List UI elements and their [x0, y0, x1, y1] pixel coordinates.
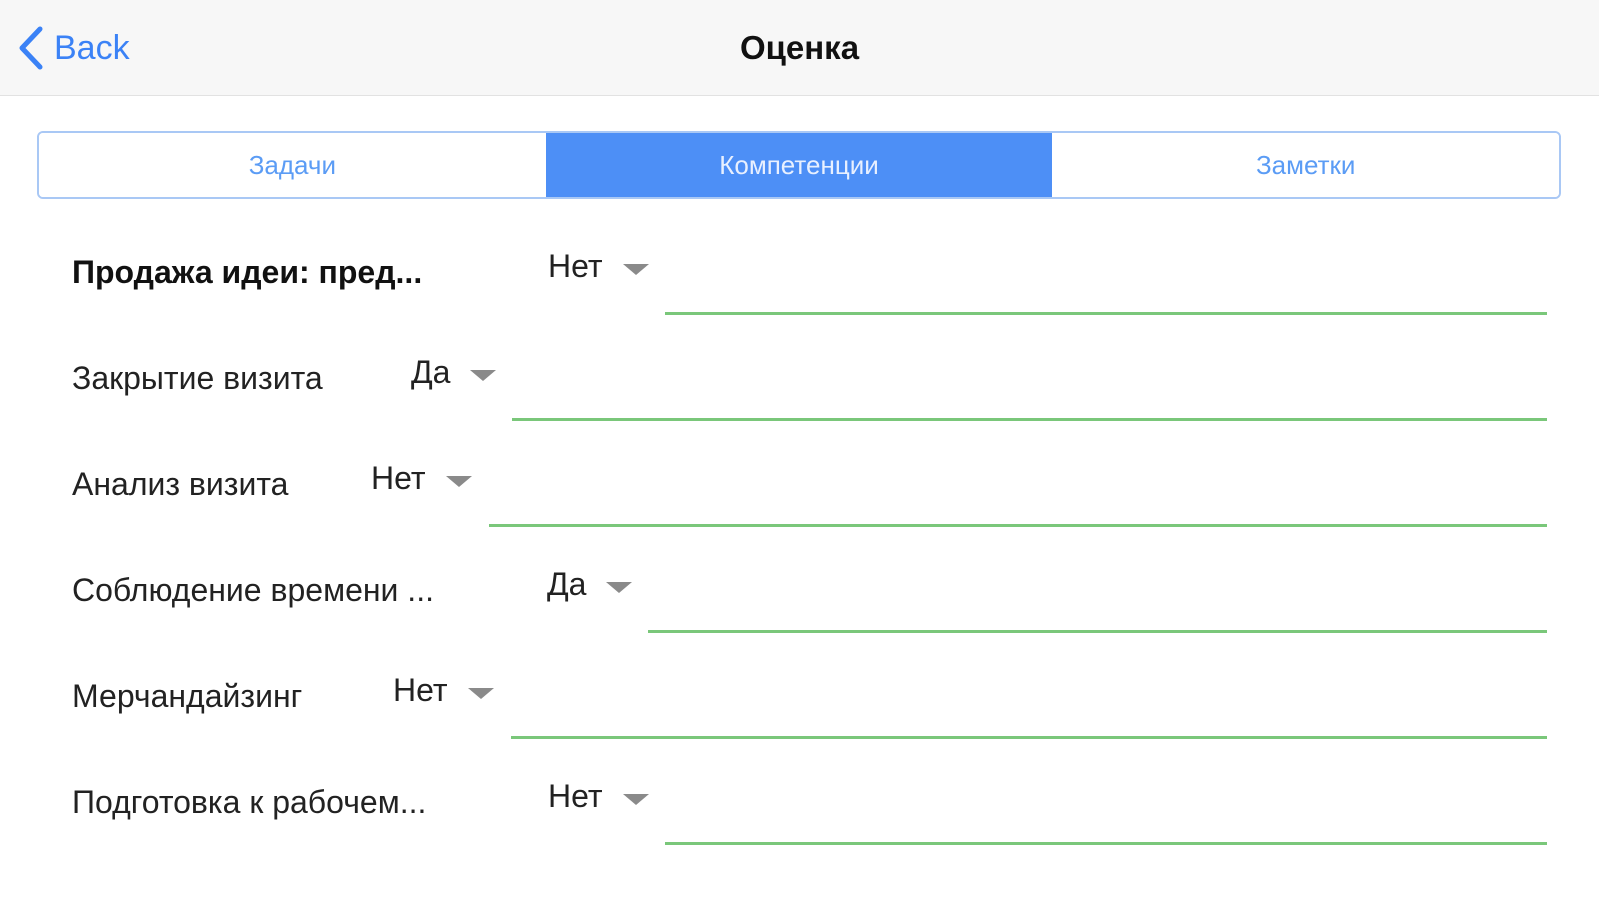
caret-down-icon [622, 264, 649, 275]
comment-field[interactable] [489, 524, 1547, 527]
tab-competencies[interactable]: Компетенции [545, 133, 1053, 197]
picker-value: Нет [548, 778, 603, 814]
picker-value: Нет [393, 672, 448, 708]
picker-value: Да [547, 566, 587, 602]
page-title: Оценка [739, 29, 860, 66]
row-label: Мерчандайзинг [72, 678, 303, 714]
navigation-bar: Back Оценка [0, 0, 1599, 96]
caret-down-icon [622, 794, 649, 805]
list-item: Продажа идеи: пред... Нет [0, 220, 1599, 326]
list-item: Соблюдение времени ... Да [0, 538, 1599, 644]
list-item: Мерчандайзинг Нет [0, 644, 1599, 750]
picker-value: Да [411, 354, 451, 390]
row-label: Анализ визита [72, 466, 289, 502]
comment-field[interactable] [511, 736, 1547, 739]
competency-list: Продажа идеи: пред... Нет Закрытие визит… [0, 220, 1599, 856]
caret-down-icon [470, 370, 497, 381]
segmented-control: Задачи Компетенции Заметки [37, 131, 1561, 199]
comment-field[interactable] [648, 630, 1547, 633]
row-label: Подготовка к рабочем... [72, 784, 427, 820]
caret-down-icon [606, 582, 633, 593]
list-item: Подготовка к рабочем... Нет [0, 750, 1599, 856]
value-picker[interactable]: Нет [371, 460, 472, 497]
comment-field[interactable] [665, 312, 1547, 315]
tab-notes[interactable]: Заметки [1052, 133, 1559, 197]
value-picker[interactable]: Нет [548, 778, 649, 815]
picker-value: Нет [371, 460, 426, 496]
value-picker[interactable]: Нет [548, 248, 649, 285]
list-item: Анализ визита Нет [0, 432, 1599, 538]
row-label: Соблюдение времени ... [72, 572, 434, 608]
caret-down-icon [467, 688, 494, 699]
comment-field[interactable] [512, 418, 1547, 421]
caret-down-icon [445, 476, 472, 487]
row-label: Закрытие визита [72, 360, 323, 396]
value-picker[interactable]: Да [411, 354, 497, 391]
list-item: Закрытие визита Да [0, 326, 1599, 432]
picker-value: Нет [548, 248, 603, 284]
value-picker[interactable]: Да [547, 566, 633, 603]
row-label: Продажа идеи: пред... [72, 254, 423, 290]
value-picker[interactable]: Нет [393, 672, 494, 709]
tab-tasks[interactable]: Задачи [39, 133, 546, 197]
comment-field[interactable] [665, 842, 1547, 845]
